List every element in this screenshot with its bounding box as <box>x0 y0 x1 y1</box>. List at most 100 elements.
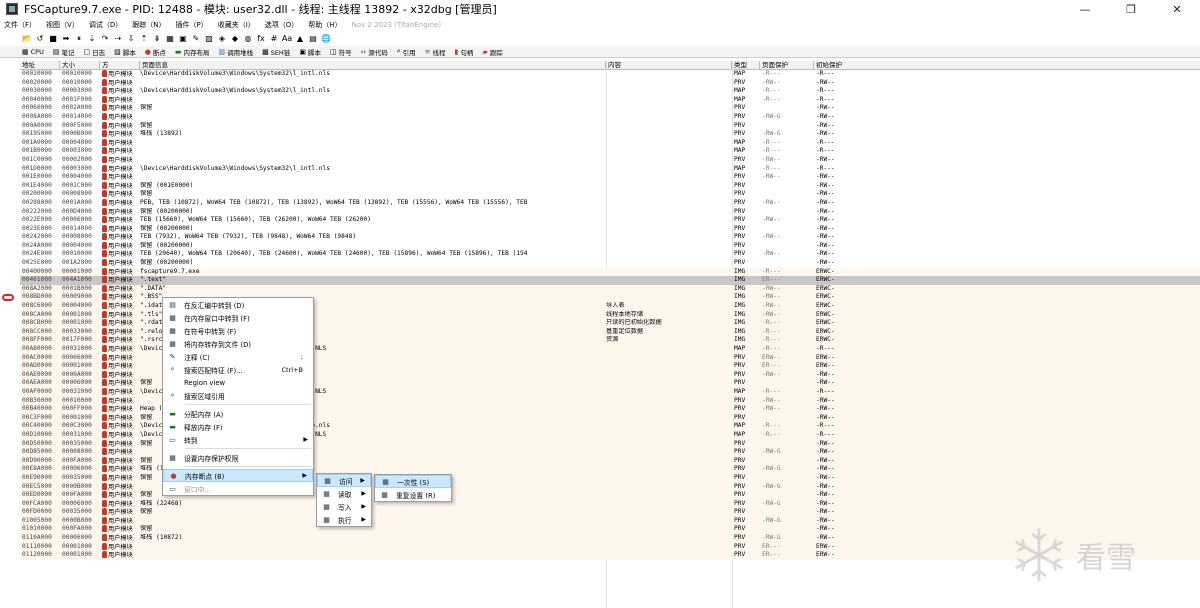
table-row[interactable]: 00222000 000D4000 用户模块 保留 (00200000) PRV -RW-… <box>20 207 1200 217</box>
bookmarks-icon[interactable]: ◈ <box>217 34 227 43</box>
table-row[interactable]: 0024E000 00010000 用户模块 TEB (20640), WoW64 T… <box>20 250 1200 259</box>
list-icon[interactable]: ▤ <box>308 34 318 43</box>
table-row[interactable]: 00400000 00001000 用户模块 fscapture9.7.exe IMG -… <box>20 267 1200 277</box>
table-row[interactable]: 0024A000 00004000 用户模块 保留 (00200000) PRV -RW-… <box>20 241 1200 251</box>
submenu-read[interactable]: ▦ 读取 ▶ <box>317 487 371 500</box>
menu-set-protection[interactable]: ▦ 设置内存保护权限 <box>163 451 313 464</box>
tab-script[interactable]: ▧ 脚本 <box>114 47 136 57</box>
open-icon[interactable]: 📂 <box>22 34 32 43</box>
submenu-execute[interactable]: ▦ 执行 ▶ <box>317 513 371 526</box>
minimize-button[interactable]: — <box>1062 0 1108 18</box>
menu-trace[interactable]: 跟踪（N） <box>132 20 165 30</box>
col-type[interactable]: 类型 <box>732 61 760 70</box>
tab-trace[interactable]: ▰ 跟踪 <box>482 47 502 57</box>
table-row[interactable]: 00010000 00010000 用户模块 \Device\HarddiskVolu… <box>20 70 1200 79</box>
tab-threads[interactable]: ≋ 线程 <box>425 47 446 57</box>
hash-icon[interactable]: # <box>269 34 279 43</box>
table-row[interactable]: 00060000 0002A000 用户模块 保留 PRV -RW-- <box>20 104 1200 113</box>
tab-script-2[interactable]: ▣ 脚本 <box>299 47 321 57</box>
tab-handles[interactable]: ▮ 句柄 <box>454 47 473 57</box>
step-into-icon[interactable]: ⇣ <box>87 34 97 43</box>
menu-view[interactable]: 视图（V） <box>46 20 79 30</box>
trace-over-icon[interactable]: ⇩ <box>126 34 136 43</box>
table-row[interactable]: 00401000 004A1000 用户模块 ".text" IMG ER--- ERWC- <box>20 276 1200 285</box>
run-icon[interactable]: ➡ <box>61 34 71 43</box>
table-row[interactable]: 0023E000 00014000 用户模块 保留 (00200000) PRV -RW-… <box>20 224 1200 234</box>
table-row[interactable]: 001A0000 00004000 用户模块 MAP -R--- -R--- <box>20 138 1200 148</box>
menu-help[interactable]: 帮助（H） <box>308 20 341 30</box>
patches-icon[interactable]: ▣ <box>178 34 188 43</box>
table-row[interactable]: 0025E000 001A2000 用户模块 保留 (00200000) PRV -RW-… <box>20 259 1200 268</box>
scylla-icon[interactable]: ▦ <box>165 34 175 43</box>
table-row[interactable]: 00195000 0000B000 用户模块 堆栈 (13892) PRV -RW-G -R… <box>20 130 1200 139</box>
menu-find-pattern[interactable]: ⌕ 搜索匹配特征 (F)... Ctrl+B <box>163 363 313 376</box>
close-button[interactable]: ✕ <box>1154 0 1200 18</box>
execute-till-return-icon[interactable]: ⇡ <box>139 34 149 43</box>
menu-dump-to-file[interactable]: ▦ 将内存转存到文件 (D) <box>163 337 313 350</box>
menu-comment[interactable]: ✎ 注释 (C); <box>163 350 313 363</box>
table-row[interactable]: 001E4000 0001C000 用户模块 保留 (001E0000) PRV -RW-… <box>20 181 1200 191</box>
table-row[interactable]: 008A2000 0001B000 用户模块 ".DATA" IMG -RW-- ERWC- <box>20 284 1200 294</box>
menu-goto-symbols[interactable]: ▦ 在符号中转到 (F) <box>163 324 313 337</box>
functions-icon[interactable]: ◆ <box>230 34 240 43</box>
menu-favourites[interactable]: 收藏夹（I） <box>218 20 255 30</box>
table-row[interactable]: 001D0000 00003000 用户模块 \Device\HarddiskVolu… <box>20 164 1200 174</box>
user-icon[interactable]: ▲ <box>295 34 305 43</box>
table-row[interactable]: 0008A000 00014000 用户模块 PRV -RW-G -RW-- <box>20 112 1200 122</box>
col-initial-protection[interactable]: 初始保护 <box>814 61 1200 70</box>
tab-notes[interactable]: ▤ 笔记 <box>53 47 75 57</box>
tab-memory-map[interactable]: ▬ 内存布局 <box>175 47 210 57</box>
col-protection[interactable]: 页面保护 <box>760 61 814 70</box>
stop-icon[interactable]: ■ <box>48 34 58 43</box>
menu-goto[interactable]: ▭ 转到 ▶ <box>163 433 313 446</box>
table-row[interactable]: 00200000 00008000 用户模块 保留 PRV -RW-- <box>20 190 1200 199</box>
col-page-info[interactable]: 页面信息 <box>140 61 606 70</box>
menu-file[interactable]: 文件（F） <box>4 20 36 30</box>
maximize-button[interactable]: ❐ <box>1108 0 1154 18</box>
table-row[interactable]: 00040000 0001F000 用户模块 MAP -R--- -R--- <box>20 95 1200 105</box>
tab-symbols[interactable]: ◫ 符号 <box>330 47 352 57</box>
submenu-write[interactable]: ▦ 写入 ▶ <box>317 500 371 513</box>
table-row[interactable]: 00242000 00008000 用户模块 TEB (7932), WoW64 TE… <box>20 233 1200 242</box>
comments-icon[interactable]: ✎ <box>191 34 201 43</box>
tab-cpu[interactable]: ▦ CPU <box>22 48 44 56</box>
table-row[interactable]: 001E0000 00004000 用户模块 PRV -RW-- -RW-- <box>20 173 1200 182</box>
menu-free-memory[interactable]: ▬ 释放内存 (F) <box>163 420 313 433</box>
font-icon[interactable]: Aa <box>282 34 292 43</box>
tab-references[interactable]: ⌕ 引用 <box>397 47 416 57</box>
menu-window[interactable]: ▭ 窗口中... <box>163 482 313 495</box>
run-to-user-code-icon[interactable]: ⇟ <box>152 34 162 43</box>
table-row[interactable]: 0022E000 00006000 用户模块 TEB (15660), WoW64 T… <box>20 216 1200 225</box>
table-row[interactable]: 000A0000 000F5000 用户模块 保留 PRV -RW-- <box>20 121 1200 131</box>
globe-icon[interactable]: 🌐 <box>321 34 331 43</box>
menu-allocate-memory[interactable]: ▬ 分配内存 (A) <box>163 407 313 420</box>
step-over-icon[interactable]: ↷ <box>100 34 110 43</box>
col-size[interactable]: 大小 <box>60 61 100 70</box>
table-row[interactable]: 00FCA000 00006000 用户模块 堆栈 (22468) PRV -RW-G -R… <box>20 499 1200 509</box>
restart-icon[interactable]: ↺ <box>35 34 45 43</box>
submenu-one-shot[interactable]: ▦ 一次性 (S) <box>375 475 451 488</box>
trace-into-icon[interactable]: ⇢ <box>113 34 123 43</box>
pause-icon[interactable]: ⏸ <box>74 34 84 43</box>
menu-region-view[interactable]: Region view <box>163 376 313 389</box>
col-party[interactable]: 方 <box>100 61 140 70</box>
menu-plugins[interactable]: 插件（P） <box>175 20 207 30</box>
col-content[interactable]: 内容 <box>606 61 732 70</box>
tab-breakpoints[interactable]: ● 断点 <box>145 47 166 57</box>
menu-goto-dump[interactable]: ▦ 在内存窗口中转到 (F) <box>163 311 313 324</box>
table-row[interactable]: 001C0000 00002000 用户模块 PRV -RW-- -RW-- <box>20 155 1200 165</box>
menu-debug[interactable]: 调试（D） <box>89 20 122 30</box>
variables-icon[interactable]: ◍ <box>243 34 253 43</box>
tab-call-stack[interactable]: ▥ 调用堆栈 <box>218 47 253 57</box>
tab-seh[interactable]: ▩ SEH链 <box>262 47 290 57</box>
menu-options[interactable]: 选项（O） <box>265 20 299 30</box>
table-row[interactable]: 00FD0000 00035000 用户模块 保留 PRV -RW-- <box>20 508 1200 517</box>
table-row[interactable]: 00030000 00003000 用户模块 \Device\HarddiskVolu… <box>20 87 1200 96</box>
fx-icon[interactable]: fx <box>256 34 266 43</box>
table-row[interactable]: 001B0000 00003000 用户模块 MAP -R--- -R--- <box>20 147 1200 156</box>
table-row[interactable]: 00020000 00010000 用户模块 PRV -RW-- -RW-- <box>20 78 1200 88</box>
col-address[interactable]: 地址 <box>20 61 60 70</box>
labels-icon[interactable]: ▨ <box>204 34 214 43</box>
tab-log[interactable]: ▢ 日志 <box>83 47 105 57</box>
menu-find-references[interactable]: ⌕ 搜索区域引用 <box>163 389 313 402</box>
